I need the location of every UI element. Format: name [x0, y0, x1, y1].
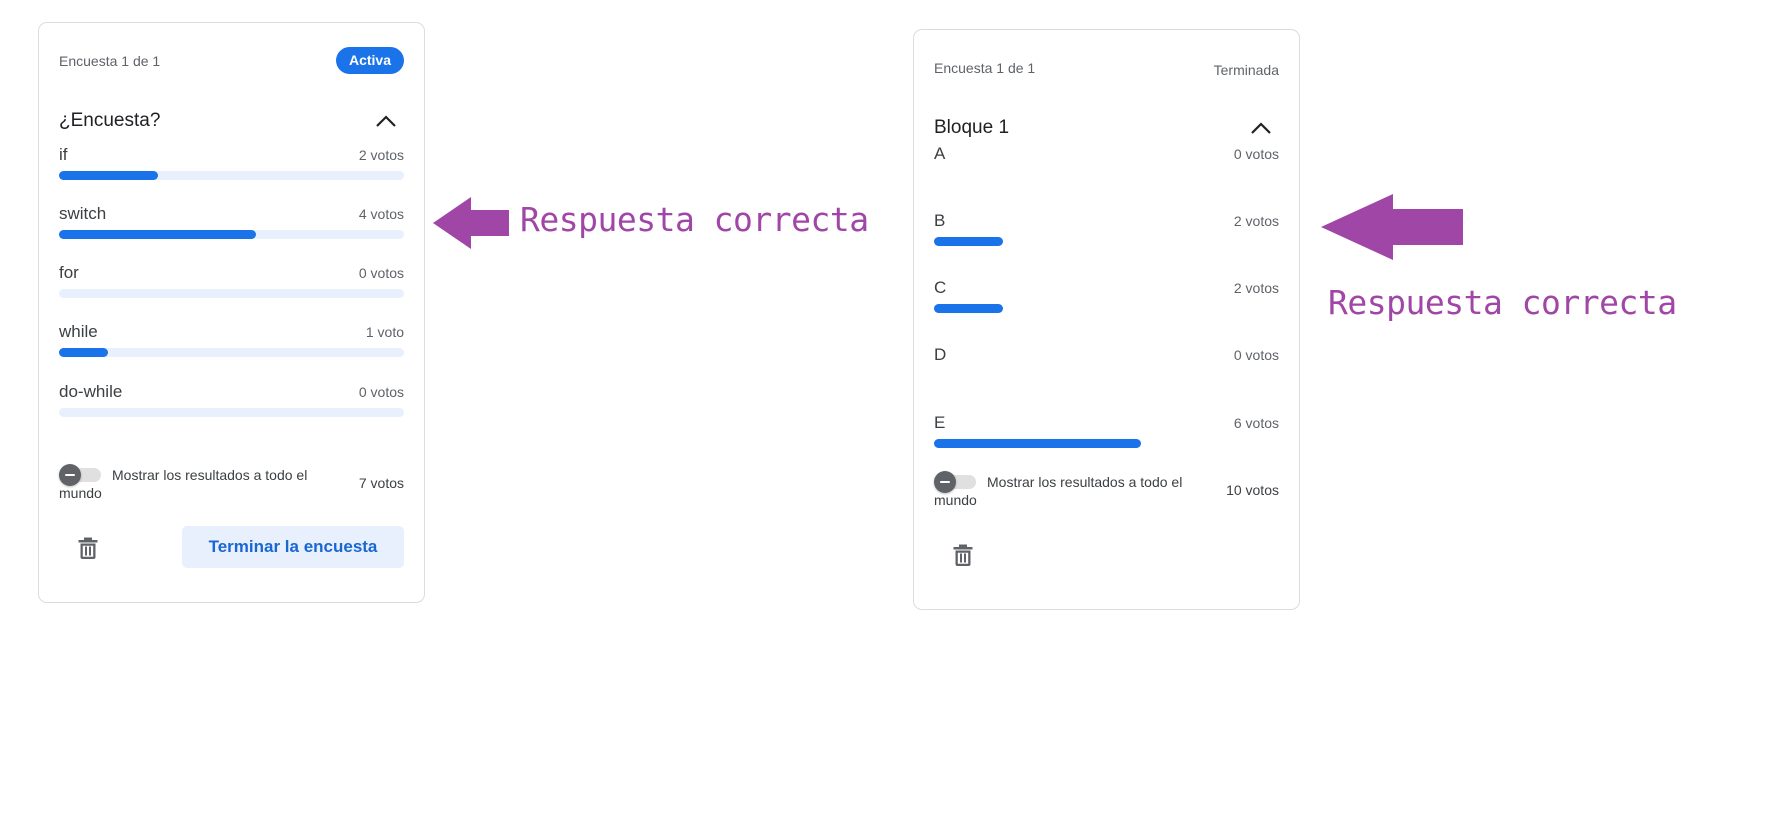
poll-option: D 0 votos [934, 345, 1279, 385]
option-bar-track [59, 348, 404, 357]
poll-header: Encuesta 1 de 1 Terminada [934, 54, 1279, 82]
option-bar-track [934, 237, 1279, 246]
option-label: B [934, 211, 946, 230]
option-bar-track [59, 171, 404, 180]
option-label: do-while [59, 382, 123, 401]
end-poll-button[interactable]: Terminar la encuesta [182, 526, 404, 568]
total-votes: 10 votos [1226, 482, 1279, 498]
option-label: C [934, 278, 947, 297]
arrow-left-icon [433, 197, 509, 249]
option-bar-track [59, 408, 404, 417]
total-votes: 7 votos [358, 475, 404, 491]
poll-card-active: Encuesta 1 de 1 Activa ¿Encuesta? if 2 v… [38, 22, 425, 603]
poll-option: C 2 votos [934, 278, 1279, 318]
show-results-row: Mostrar los resultados a todo el mundo 7… [59, 464, 404, 504]
trash-icon [78, 537, 98, 559]
option-label: A [934, 144, 946, 163]
poll-counter: Encuesta 1 de 1 [59, 53, 161, 69]
option-bar-track [934, 304, 1279, 313]
poll-option: for 0 votos [59, 263, 404, 303]
chevron-up-icon [376, 115, 396, 127]
option-votes: 0 votos [1233, 347, 1279, 363]
option-bar-track [59, 230, 404, 239]
correct-answer-annotation: Respuesta correcta [1328, 283, 1677, 322]
status-label: Terminada [1213, 62, 1279, 78]
option-bar-fill [934, 304, 1003, 313]
option-label: if [59, 145, 68, 164]
arrow-left-icon [1321, 194, 1463, 260]
poll-option: if 2 votos [59, 145, 404, 185]
poll-option: do-while 0 votos [59, 382, 404, 422]
option-bar-fill [59, 171, 158, 180]
option-votes: 0 votos [358, 384, 404, 400]
option-votes: 2 votos [1233, 280, 1279, 296]
collapse-button[interactable] [1243, 110, 1279, 146]
correct-answer-annotation: Respuesta correcta [520, 200, 869, 239]
show-results-row: Mostrar los resultados a todo el mundo 1… [934, 471, 1279, 511]
minus-icon [934, 471, 956, 493]
option-label: for [59, 263, 79, 282]
poll-option: A 0 votos [934, 144, 1279, 184]
poll-title: ¿Encuesta? [59, 110, 161, 131]
delete-button[interactable] [943, 535, 983, 575]
poll-option: while 1 voto [59, 322, 404, 362]
poll-header: Encuesta 1 de 1 Activa [59, 47, 404, 75]
trash-icon [953, 544, 973, 566]
poll-card-ended: Encuesta 1 de 1 Terminada Bloque 1 A 0 v… [913, 29, 1300, 610]
poll-counter: Encuesta 1 de 1 [934, 60, 1036, 76]
poll-option: switch 4 votos [59, 204, 404, 244]
option-label: E [934, 413, 946, 432]
option-votes: 1 voto [365, 324, 404, 340]
show-results-toggle[interactable] [59, 464, 103, 486]
option-bar-track [934, 439, 1279, 448]
option-label: D [934, 345, 947, 364]
collapse-button[interactable] [368, 103, 404, 139]
option-votes: 4 votos [358, 206, 404, 222]
minus-icon [59, 464, 81, 486]
poll-title: Bloque 1 [934, 117, 1010, 138]
option-label: while [59, 322, 98, 341]
option-bar-track [59, 289, 404, 298]
option-votes: 0 votos [1233, 146, 1279, 162]
poll-option: E 6 votos [934, 413, 1279, 453]
option-votes: 6 votos [1233, 415, 1279, 431]
status-badge: Activa [335, 47, 404, 74]
option-bar-fill [934, 237, 1003, 246]
option-bar-track [934, 371, 1279, 380]
option-bar-track [934, 170, 1279, 179]
delete-button[interactable] [68, 528, 108, 568]
option-label: switch [59, 204, 107, 223]
poll-option: B 2 votos [934, 211, 1279, 251]
show-results-toggle[interactable] [934, 471, 978, 493]
option-bar-fill [59, 348, 109, 357]
option-votes: 0 votos [358, 265, 404, 281]
option-votes: 2 votos [1233, 213, 1279, 229]
option-bar-fill [59, 230, 257, 239]
option-bar-fill [934, 439, 1141, 448]
chevron-up-icon [1251, 122, 1271, 134]
option-votes: 2 votos [358, 147, 404, 163]
